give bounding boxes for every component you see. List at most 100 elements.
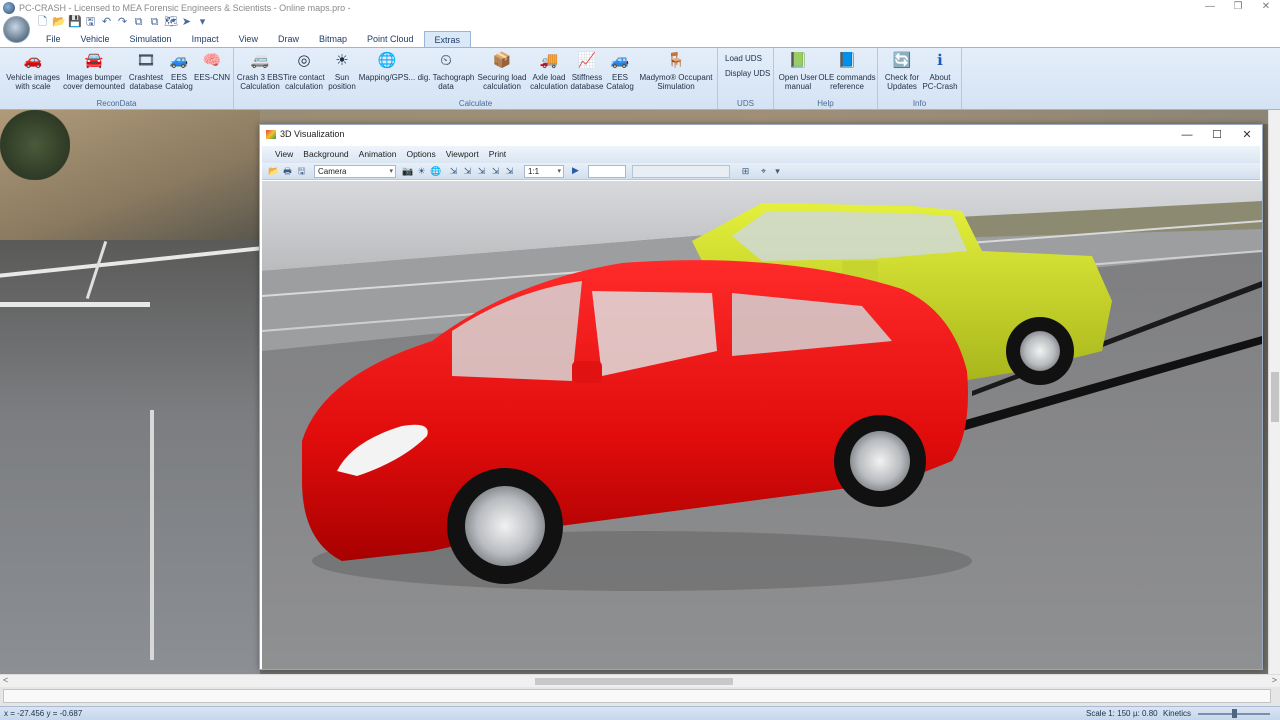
restore-button[interactable]: ❐ — [1224, 0, 1252, 15]
command-input[interactable] — [3, 689, 1271, 703]
scroll-thumb[interactable] — [1271, 372, 1279, 422]
tab-vehicle[interactable]: Vehicle — [71, 31, 120, 48]
mapping-gps-button[interactable]: 🌐 Mapping/GPS... — [358, 51, 416, 83]
new-file-icon[interactable]: 🗋 — [36, 16, 49, 28]
ees-catalog-button[interactable]: 🚙 EES Catalog — [164, 51, 194, 91]
frame-spinner[interactable] — [588, 165, 626, 178]
toolbar-overflow-icon[interactable]: ▾ — [772, 166, 783, 177]
close-button[interactable]: ✕ — [1252, 0, 1280, 15]
globe-icon[interactable]: 🌐 — [430, 166, 441, 177]
customize-quick-access-icon[interactable]: ▾ — [196, 16, 209, 28]
scroll-thumb[interactable] — [535, 678, 733, 685]
ees-catalog-calc-button[interactable]: 🚙 EES Catalog — [604, 51, 636, 91]
map-parking-line — [150, 410, 154, 660]
tachograph-button[interactable]: ⏲ dig. Tachograph data — [416, 51, 476, 91]
viz-menu-viewport[interactable]: Viewport — [441, 146, 484, 163]
calculate-group-label: Calculate — [458, 99, 493, 108]
scroll-left-icon[interactable]: < — [3, 675, 8, 685]
tab-point-cloud[interactable]: Point Cloud — [357, 31, 424, 48]
about-button[interactable]: ℹ About PC-Crash — [920, 51, 960, 91]
minimize-button[interactable]: — — [1196, 0, 1224, 15]
open-file-icon[interactable]: 📂 — [52, 16, 66, 28]
application-menu-button[interactable] — [3, 16, 30, 43]
time-slider[interactable] — [632, 165, 730, 178]
zoom-slider-thumb[interactable] — [1232, 709, 1237, 718]
viz-menu-background[interactable]: Background — [298, 146, 353, 163]
display-uds-button[interactable]: Display UDS — [725, 69, 770, 78]
3d-scene-render — [262, 181, 1262, 669]
save-as-icon[interactable]: 🖫 — [84, 16, 97, 28]
viz-menu-view[interactable]: View — [270, 146, 298, 163]
vehicle-images-button[interactable]: 🚗 Vehicle images with scale — [4, 51, 62, 91]
seat-icon: 🪑 — [666, 51, 686, 69]
view-front-icon[interactable]: ⇲ — [448, 166, 459, 177]
viz-title: 3D Visualization — [280, 129, 345, 139]
info-group-label: Info — [912, 99, 927, 108]
redo-icon[interactable]: ↷ — [116, 16, 129, 28]
view-top-icon[interactable]: ⇲ — [476, 166, 487, 177]
tab-bitmap[interactable]: Bitmap — [309, 31, 357, 48]
madymo-button[interactable]: 🪑 Madymo® Occupant Simulation — [636, 51, 716, 91]
tab-simulation[interactable]: Simulation — [120, 31, 182, 48]
viz-minimize-button[interactable]: — — [1172, 125, 1202, 145]
camera-select[interactable]: Camera — [314, 165, 396, 178]
calculate-group: 🚐 Crash 3 EBS Calculation ◎ Tire contact… — [234, 48, 718, 109]
images-bumper-button[interactable]: 🚘 Images bumper cover demounted — [62, 51, 126, 91]
light-icon[interactable]: ☀ — [416, 166, 427, 177]
viz-maximize-button[interactable]: ☐ — [1202, 125, 1232, 145]
undo-icon[interactable]: ↶ — [100, 16, 113, 28]
sun-position-button[interactable]: ☀ Sun position — [326, 51, 358, 91]
axle-load-button[interactable]: 🚚 Axle load calculation — [528, 51, 570, 91]
open-icon[interactable]: 📂 — [268, 166, 279, 177]
tab-impact[interactable]: Impact — [182, 31, 229, 48]
viz-menu-animation[interactable]: Animation — [354, 146, 402, 163]
kinetics-mode[interactable]: Kinetics — [1163, 709, 1191, 718]
paste-icon[interactable]: ⧉ — [148, 16, 161, 28]
viz-menu-print[interactable]: Print — [484, 146, 511, 163]
grid-icon[interactable]: ⊞ — [740, 166, 751, 177]
pointer-icon[interactable]: ➤ — [180, 16, 193, 28]
ole-commands-button[interactable]: 📘 OLE commands reference — [818, 51, 876, 91]
scroll-right-icon[interactable]: > — [1272, 675, 1277, 685]
3d-scene-viewport[interactable] — [262, 181, 1262, 669]
aspect-ratio-select[interactable]: 1:1 — [524, 165, 564, 178]
save-icon[interactable]: 💾 — [68, 16, 82, 28]
van-icon: 🚐 — [250, 51, 270, 69]
viz-close-button[interactable]: ✕ — [1232, 125, 1262, 145]
tire-icon: ◎ — [297, 51, 311, 69]
securing-load-button[interactable]: 📦 Securing load calculation — [476, 51, 528, 91]
open-user-manual-button[interactable]: 📗 Open User manual — [776, 51, 820, 91]
crash3-ebs-button[interactable]: 🚐 Crash 3 EBS Calculation — [236, 51, 284, 91]
command-bar — [0, 687, 1280, 706]
app-logo-icon — [3, 1, 15, 14]
tab-draw[interactable]: Draw — [268, 31, 309, 48]
view-iso-icon[interactable]: ⇲ — [504, 166, 515, 177]
load-uds-button[interactable]: Load UDS — [725, 54, 762, 63]
tab-view[interactable]: View — [229, 31, 268, 48]
check-updates-button[interactable]: 🔄 Check for Updates — [882, 51, 922, 91]
graph-icon: 📈 — [577, 51, 597, 69]
select-pointer-icon[interactable]: ⌖ — [758, 166, 769, 177]
map-icon[interactable]: 🗺 — [164, 16, 178, 28]
crashtest-database-button[interactable]: 🎞 Crashtest database — [126, 51, 166, 91]
print-icon[interactable]: 🖶 — [282, 166, 293, 177]
update-icon: 🔄 — [892, 51, 912, 69]
tab-extras[interactable]: Extras — [423, 31, 472, 48]
view-rear-icon[interactable]: ⇲ — [490, 166, 501, 177]
export-icon[interactable]: 🖫 — [296, 166, 307, 177]
tire-contact-button[interactable]: ◎ Tire contact calculation — [282, 51, 326, 91]
friction-readout: µ: 0.80 — [1133, 709, 1158, 718]
snapshot-icon[interactable]: 📷 — [402, 166, 413, 177]
tab-file[interactable]: File — [36, 31, 71, 48]
copy-icon[interactable]: ⧉ — [132, 16, 145, 28]
main-vertical-scrollbar[interactable] — [1268, 110, 1280, 674]
view-side-icon[interactable]: ⇲ — [462, 166, 473, 177]
stiffness-database-button[interactable]: 📈 Stiffness database — [570, 51, 604, 91]
viz-menu-options[interactable]: Options — [401, 146, 440, 163]
title-bar: PC-CRASH - Licensed to MEA Forensic Engi… — [0, 0, 1280, 15]
uds-group: Load UDS Display UDS UDS — [718, 48, 774, 109]
globe-icon: 🌐 — [377, 51, 397, 69]
ees-cnn-button[interactable]: 🧠 EES-CNN — [194, 51, 230, 83]
play-icon[interactable]: ▶ — [572, 165, 579, 176]
horizontal-scrollbar[interactable]: < > — [0, 674, 1280, 687]
